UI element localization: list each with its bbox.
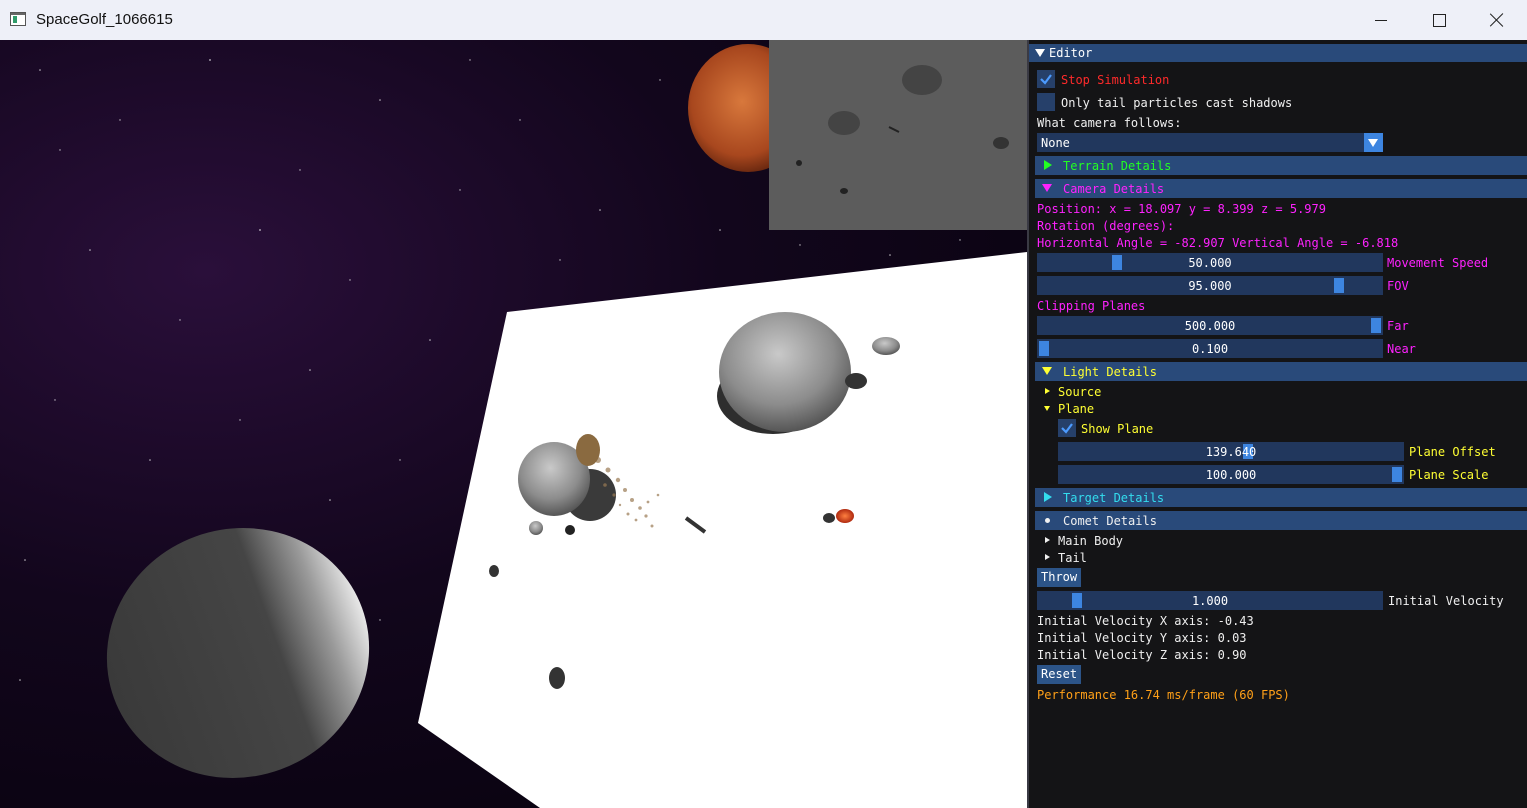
main-body-node[interactable]: Main Body <box>1058 534 1123 548</box>
small-shadow-a <box>489 565 499 577</box>
bullet-icon <box>1045 518 1050 523</box>
dropdown-button[interactable] <box>1364 133 1383 152</box>
fov-slider[interactable]: 95.000 <box>1037 276 1383 295</box>
editor-panel: Editor Stop Simulation Only tail particl… <box>1027 40 1527 808</box>
target-details-header[interactable]: Target Details <box>1035 488 1527 507</box>
camera-details-header[interactable]: Camera Details <box>1035 179 1527 198</box>
collapse-icon <box>1042 184 1052 192</box>
close-button[interactable] <box>1468 0 1526 40</box>
camera-position: Position: x = 18.097 y = 8.399 z = 5.979 <box>1037 202 1326 216</box>
shadow-map-preview <box>769 40 1027 230</box>
plane-scale-label: Plane Scale <box>1409 468 1489 482</box>
expand-icon <box>1045 537 1050 543</box>
tail-node[interactable]: Tail <box>1058 551 1087 565</box>
reset-button[interactable]: Reset <box>1037 665 1082 684</box>
initial-velocity-slider[interactable]: 1.000 <box>1037 591 1383 610</box>
near-slider[interactable]: 0.100 <box>1037 339 1383 358</box>
chevron-down-icon <box>1368 139 1378 147</box>
red-ball-shadow <box>823 513 835 523</box>
throw-button[interactable]: Throw <box>1037 568 1082 587</box>
target-details-label: Target Details <box>1063 491 1165 505</box>
velocity-x: Initial Velocity X axis: -0.43 <box>1037 614 1254 628</box>
light-plane <box>418 252 1027 808</box>
shadow-map-render <box>796 65 1009 194</box>
stop-simulation-checkbox[interactable] <box>1037 70 1055 88</box>
light-details-label: Light Details <box>1063 365 1157 379</box>
moon-shadow <box>845 373 867 389</box>
near-label: Near <box>1387 342 1416 356</box>
fov-value: 95.000 <box>1188 279 1232 293</box>
collapse-icon <box>1044 406 1050 411</box>
checkmark-icon <box>1040 74 1052 85</box>
plane-offset-label: Plane Offset <box>1409 445 1496 459</box>
velocity-y: Initial Velocity Y axis: 0.03 <box>1037 631 1247 645</box>
stop-simulation-label: Stop Simulation <box>1061 73 1170 87</box>
show-plane-checkbox[interactable] <box>1058 419 1076 437</box>
tiny-moon <box>529 521 543 535</box>
camera-rotation-label: Rotation (degrees): <box>1037 219 1175 233</box>
performance-readout: Performance 16.74 ms/frame (60 FPS) <box>1037 688 1290 702</box>
tail-shadows-label: Only tail particles cast shadows <box>1061 96 1293 110</box>
checkmark-icon <box>1061 423 1073 434</box>
near-value: 0.100 <box>1191 342 1229 356</box>
plane-scale-slider[interactable]: 100.000 <box>1058 465 1404 484</box>
expand-icon <box>1044 492 1052 502</box>
initial-velocity-value: 1.000 <box>1191 594 1229 608</box>
camera-follows-value: None <box>1041 136 1070 150</box>
camera-details-label: Camera Details <box>1063 182 1165 196</box>
light-source-node[interactable]: Source <box>1058 385 1101 399</box>
movement-speed-value: 50.000 <box>1188 256 1232 270</box>
comet-details-header[interactable]: Comet Details <box>1035 511 1527 530</box>
terrain-details-label: Terrain Details <box>1063 159 1172 173</box>
initial-velocity-label: Initial Velocity <box>1388 594 1504 608</box>
plane-offset-value: 139.640 <box>1205 445 1257 459</box>
camera-follows-label: What camera follows: <box>1037 116 1182 130</box>
light-details-header[interactable]: Light Details <box>1035 362 1527 381</box>
maximize-button[interactable] <box>1410 0 1468 40</box>
expand-icon <box>1045 554 1050 560</box>
large-planet <box>719 312 851 432</box>
far-value: 500.000 <box>1184 319 1236 333</box>
editor-title: Editor <box>1049 46 1093 60</box>
plane-scale-value: 100.000 <box>1205 468 1257 482</box>
movement-speed-slider[interactable]: 50.000 <box>1037 253 1383 272</box>
window-titlebar: SpaceGolf_1066615 <box>0 0 1527 41</box>
light-plane-node[interactable]: Plane <box>1058 402 1094 416</box>
fov-label: FOV <box>1387 279 1409 293</box>
small-moon <box>872 337 900 355</box>
expand-icon <box>1045 388 1050 394</box>
clipping-planes-label: Clipping Planes <box>1037 299 1146 313</box>
minimize-icon <box>1375 19 1387 21</box>
tail-shadows-checkbox[interactable] <box>1037 93 1055 111</box>
show-plane-label: Show Plane <box>1081 422 1154 436</box>
terrain-details-header[interactable]: Terrain Details <box>1035 156 1527 175</box>
small-shadow-b <box>549 667 565 689</box>
maximize-icon <box>1432 13 1446 27</box>
far-label: Far <box>1387 319 1409 333</box>
minimize-button[interactable] <box>1352 0 1410 40</box>
scene-viewport[interactable] <box>0 40 1027 808</box>
tiny-shadow <box>565 525 575 535</box>
collapse-icon <box>1042 367 1052 375</box>
app-icon <box>10 12 26 26</box>
expand-icon <box>1044 160 1052 170</box>
close-icon <box>1490 13 1504 27</box>
collapse-icon <box>1035 49 1045 57</box>
window-title: SpaceGolf_1066615 <box>36 11 173 28</box>
movement-speed-label: Movement Speed <box>1387 256 1489 270</box>
grey-moon <box>106 528 370 778</box>
comet-body <box>576 434 600 466</box>
velocity-z: Initial Velocity Z axis: 0.90 <box>1037 648 1247 662</box>
editor-titlebar[interactable]: Editor <box>1029 44 1527 62</box>
plane-offset-slider[interactable]: 139.640 <box>1058 442 1404 461</box>
comet-details-label: Comet Details <box>1063 514 1157 528</box>
red-ball <box>836 509 854 523</box>
camera-follows-dropdown[interactable]: None <box>1037 133 1383 152</box>
camera-angles: Horizontal Angle = -82.907 Vertical Angl… <box>1037 236 1399 250</box>
far-slider[interactable]: 500.000 <box>1037 316 1383 335</box>
